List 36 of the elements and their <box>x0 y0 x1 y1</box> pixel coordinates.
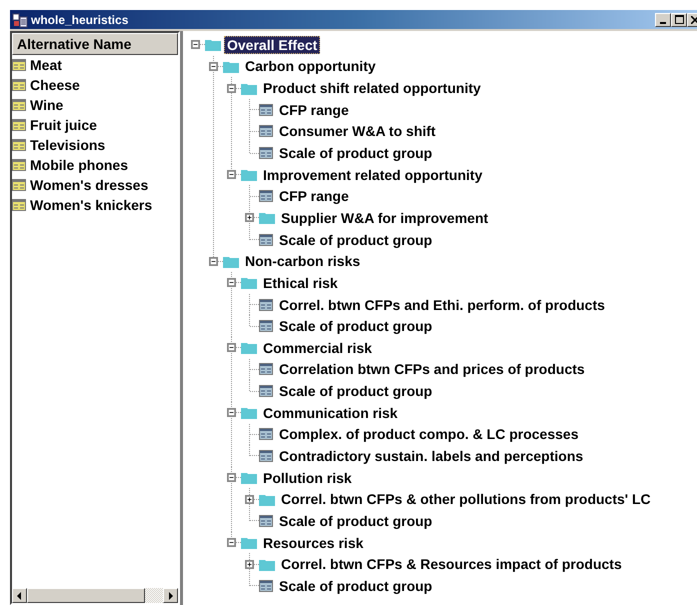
tree-item[interactable]: Resources risk <box>260 534 366 552</box>
window-title: whole_heuristics <box>31 12 130 26</box>
tree-item[interactable]: Correlation btwn CFPs and prices of products <box>276 360 588 378</box>
tree-item[interactable]: Scale of product group <box>276 144 436 162</box>
alternative-name[interactable]: Mobile phones <box>30 157 128 173</box>
tree-item[interactable]: Correl. btwn CFPs & other pollutions from products' LC <box>278 490 654 508</box>
tree-item[interactable]: Ethical risk <box>260 274 341 292</box>
tree-item[interactable]: Commercial risk <box>260 338 375 357</box>
tree-item[interactable]: Scale of product group <box>276 576 436 595</box>
alternative-name[interactable]: Meat <box>30 57 62 73</box>
alternative-name[interactable]: Wine <box>30 97 64 113</box>
alternative-name[interactable]: Women's knickers <box>30 197 152 213</box>
tree-item[interactable]: CFP range <box>276 187 352 206</box>
tree-item[interactable]: Pollution risk <box>260 468 355 487</box>
tree-item[interactable]: Improvement related opportunity <box>260 166 486 184</box>
tree-item[interactable]: Communication risk <box>260 404 401 422</box>
tree-item[interactable]: Product shift related opportunity <box>260 79 484 98</box>
tree-item[interactable]: Consumer W&A to shift <box>276 122 439 140</box>
tree-item[interactable]: Scale of product group <box>276 512 436 530</box>
alternative-name[interactable]: Women's dresses <box>30 177 148 193</box>
tree-item[interactable]: Correl. btwn CFPs and Ethi. perform. of products <box>276 296 608 314</box>
alternative-name[interactable]: Fruit juice <box>30 117 97 133</box>
tree-item[interactable]: Complex. of product compo. & LC processes <box>276 425 582 444</box>
tree-item[interactable]: Non-carbon risks <box>242 252 364 270</box>
tree-item[interactable]: Scale of product group <box>276 317 436 336</box>
tree-item[interactable]: CFP range <box>276 100 352 119</box>
tree-item[interactable]: Scale of product group <box>276 382 436 400</box>
column-header[interactable]: Alternative Name <box>12 33 178 55</box>
alternative-name[interactable]: Cheese <box>30 77 80 93</box>
tree-item[interactable]: Contradictory sustain. labels and perceptions <box>276 446 586 465</box>
tree-item[interactable]: Correl. btwn CFPs & Resources impact of products <box>278 555 625 574</box>
alternative-name[interactable]: Televisions <box>30 137 106 153</box>
tree-item[interactable]: Overall Effect <box>224 36 320 54</box>
tree-item[interactable]: Carbon opportunity <box>242 57 379 76</box>
tree-item[interactable]: Supplier W&A for improvement <box>278 208 492 227</box>
tree-item[interactable]: Scale of product group <box>276 230 436 249</box>
